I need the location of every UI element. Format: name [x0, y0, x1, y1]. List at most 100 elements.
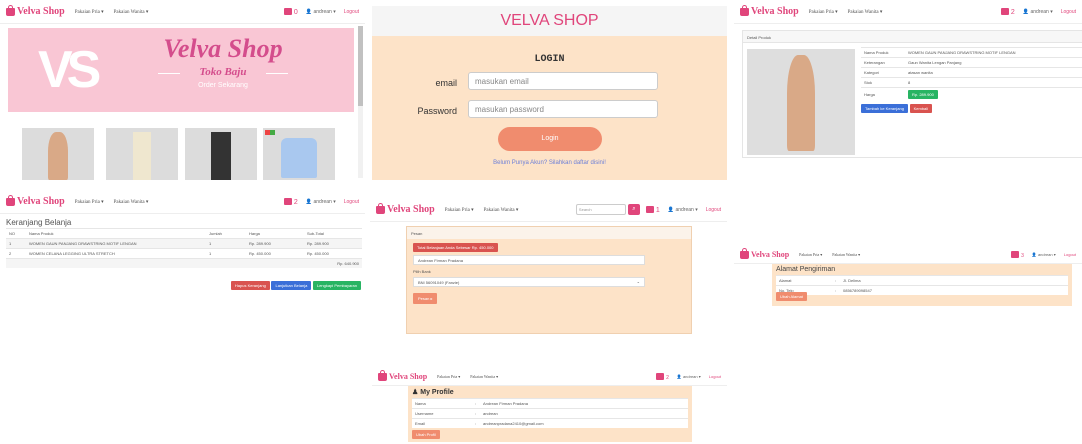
menu-pakaian-pria[interactable]: Pakaian Pria ▾: [75, 199, 104, 205]
user-menu[interactable]: 👤 andrean ▾: [306, 9, 336, 15]
product-thumb-pants[interactable]: [106, 128, 178, 180]
login-title: LOGIN: [534, 54, 565, 65]
cart-total: Rp. 640.900: [304, 258, 362, 268]
logout-link[interactable]: Logout: [706, 207, 721, 213]
cart-panel: Velva Shop Pakaian Pria ▾ Pakaian Wanita…: [0, 190, 365, 300]
register-link[interactable]: Belum Punya Akun? Silahkan daftar disini…: [372, 160, 727, 166]
logout-link[interactable]: Logout: [1061, 9, 1076, 15]
shopping-bag-icon: [378, 369, 387, 381]
password-label: Password: [417, 106, 457, 116]
login-header: VELVA SHOP: [372, 6, 727, 36]
edit-address-button[interactable]: Ubah Alamat: [776, 292, 807, 301]
user-menu[interactable]: 👤 andrean ▾: [668, 207, 698, 213]
brand-logo[interactable]: Velva Shop: [6, 194, 65, 207]
email-label: email: [435, 78, 457, 88]
total-row: Rp. 640.900: [6, 258, 362, 268]
user-icon: ♟: [412, 389, 419, 396]
password-field[interactable]: masukan password: [468, 100, 658, 118]
shopping-bag-icon: [740, 4, 749, 16]
price-badge: Rp. 289.900: [908, 90, 938, 99]
product-thumb-jeans[interactable]: [185, 128, 257, 180]
shopping-bag-icon: [6, 4, 15, 16]
brand-logo[interactable]: Velva Shop: [740, 4, 799, 17]
clear-cart-button[interactable]: Hapus Keranjang: [230, 281, 270, 290]
cart-button[interactable]: 3: [1011, 250, 1024, 259]
user-menu[interactable]: 👤 andrean ▾: [1023, 9, 1053, 15]
user-menu[interactable]: 👤 andrean ▾: [306, 199, 336, 205]
navbar: Velva Shop Pakaian Pria ▾ Pakaian Wanita…: [734, 246, 1082, 264]
logout-link[interactable]: Logout: [709, 374, 721, 379]
back-button[interactable]: Kembali: [909, 104, 933, 113]
chevron-down-icon: ⌄: [636, 279, 640, 284]
menu-pakaian-pria[interactable]: Pakaian Pria ▾: [799, 252, 822, 257]
user-menu[interactable]: 👤 andrean ▾: [1032, 252, 1056, 257]
menu-pakaian-wanita[interactable]: Pakaian Wanita ▾: [114, 199, 149, 205]
banner-divider-right: [266, 73, 288, 74]
search-icon: ⌕: [632, 206, 636, 212]
brand-logo[interactable]: Velva Shop: [378, 369, 427, 381]
logout-link[interactable]: Logout: [1064, 252, 1076, 257]
add-to-cart-button[interactable]: Tambah ke Keranjang: [861, 104, 908, 113]
cart-table-header: NO Nama Produk Jumlah Harga Sub-Total: [6, 228, 362, 239]
navbar: Velva Shop Pakaian Pria ▾ Pakaian Wanita…: [734, 0, 1082, 24]
address-title: Alamat Pengiriman: [776, 266, 836, 273]
address-card: Alamat Pengiriman Alamat: Jl. Delima No. …: [772, 264, 1072, 306]
menu-pakaian-wanita[interactable]: Pakaian Wanita ▾: [484, 207, 519, 213]
cart-button[interactable]: 0: [283, 7, 298, 16]
banner-cta[interactable]: Order Sekarang: [148, 82, 298, 89]
menu-pakaian-pria[interactable]: Pakaian Pria ▾: [437, 374, 460, 379]
brand-logo[interactable]: Velva Shop: [6, 4, 65, 17]
banner-title: Velva Shop: [163, 34, 283, 63]
login-button[interactable]: Login: [498, 127, 602, 151]
checkout-button[interactable]: Lengkapi Pembayaran: [312, 281, 361, 290]
menu-pakaian-pria[interactable]: Pakaian Pria ▾: [445, 207, 474, 213]
bank-select[interactable]: BNI 56091049 (Fanzie) ⌄: [413, 277, 645, 287]
menu-pakaian-pria[interactable]: Pakaian Pria ▾: [809, 9, 838, 15]
continue-shopping-button[interactable]: Lanjutkan Belanja: [271, 281, 312, 290]
menu-pakaian-wanita[interactable]: Pakaian Wanita ▾: [114, 9, 149, 15]
hero-banner: VS Velva Shop Toko Baju Order Sekarang: [8, 28, 354, 112]
scrollbar[interactable]: [358, 26, 363, 178]
checkout-card: Pesan Total Belanjaan Anda Sebesar Rp. 4…: [406, 226, 692, 334]
profile-card: ♟ My Profile Nama: Andrean Firman Pradana…: [408, 386, 692, 442]
product-thumb-dress[interactable]: [22, 128, 94, 180]
cart-title: Keranjang Belanja: [6, 218, 72, 227]
navbar: Velva Shop Pakaian Pria ▾ Pakaian Wanita…: [372, 368, 727, 386]
detail-header: Detail Produk: [743, 31, 1082, 43]
detail-card: Detail Produk Nama Produk WOMEN GAUN PANJ…: [742, 30, 1082, 158]
menu-pakaian-pria[interactable]: Pakaian Pria ▾: [75, 9, 104, 15]
menu-pakaian-wanita[interactable]: Pakaian Wanita ▾: [832, 252, 860, 257]
menu-pakaian-wanita[interactable]: Pakaian Wanita ▾: [470, 374, 498, 379]
brand-logo[interactable]: Velva Shop: [376, 202, 435, 215]
name-field[interactable]: Andrean Firman Pradana: [413, 255, 645, 265]
profile-panel: Velva Shop Pakaian Pria ▾ Pakaian Wanita…: [372, 368, 727, 444]
cart-button[interactable]: 2: [1000, 7, 1015, 16]
search-button[interactable]: ⌕: [627, 204, 640, 215]
user-menu[interactable]: 👤 andrean ▾: [677, 374, 701, 379]
banner-subtitle: Toko Baju: [199, 66, 247, 78]
logout-link[interactable]: Logout: [344, 9, 359, 15]
cart-button[interactable]: 2: [283, 197, 298, 206]
cart-icon: [283, 197, 292, 205]
table-row: 1 WOMEN GAUN PANJANG DRAWSTRING MOTIF LEN…: [6, 238, 362, 249]
cart-button[interactable]: 1: [645, 205, 660, 214]
navbar: Velva Shop Pakaian Pria ▾ Pakaian Wanita…: [0, 0, 365, 24]
cart-button[interactable]: 2: [656, 372, 669, 381]
bank-label: Pilih Bank: [413, 269, 431, 274]
navbar: Velva Shop Pakaian Pria ▾ Pakaian Wanita…: [370, 198, 727, 222]
detail-table: Nama Produk WOMEN GAUN PANJANG DRAWSTRING…: [861, 47, 1082, 113]
order-button[interactable]: Pesan ▸: [413, 293, 438, 304]
cart-icon: [656, 372, 665, 380]
logout-link[interactable]: Logout: [344, 199, 359, 205]
cart-icon: [645, 205, 654, 213]
menu-pakaian-wanita[interactable]: Pakaian Wanita ▾: [848, 9, 883, 15]
shopping-bag-icon: [740, 247, 749, 259]
edit-profile-button[interactable]: Ubah Profil: [412, 430, 440, 439]
email-field[interactable]: masukan email: [468, 72, 658, 90]
brand-logo[interactable]: Velva Shop: [740, 247, 789, 259]
search-input[interactable]: Search: [575, 204, 626, 215]
navbar: Velva Shop Pakaian Pria ▾ Pakaian Wanita…: [0, 190, 365, 214]
detail-row: Kategori atasan wanita: [861, 67, 1082, 78]
address-panel: Velva Shop Pakaian Pria ▾ Pakaian Wanita…: [734, 246, 1082, 306]
product-thumb-shirt[interactable]: [263, 128, 335, 180]
